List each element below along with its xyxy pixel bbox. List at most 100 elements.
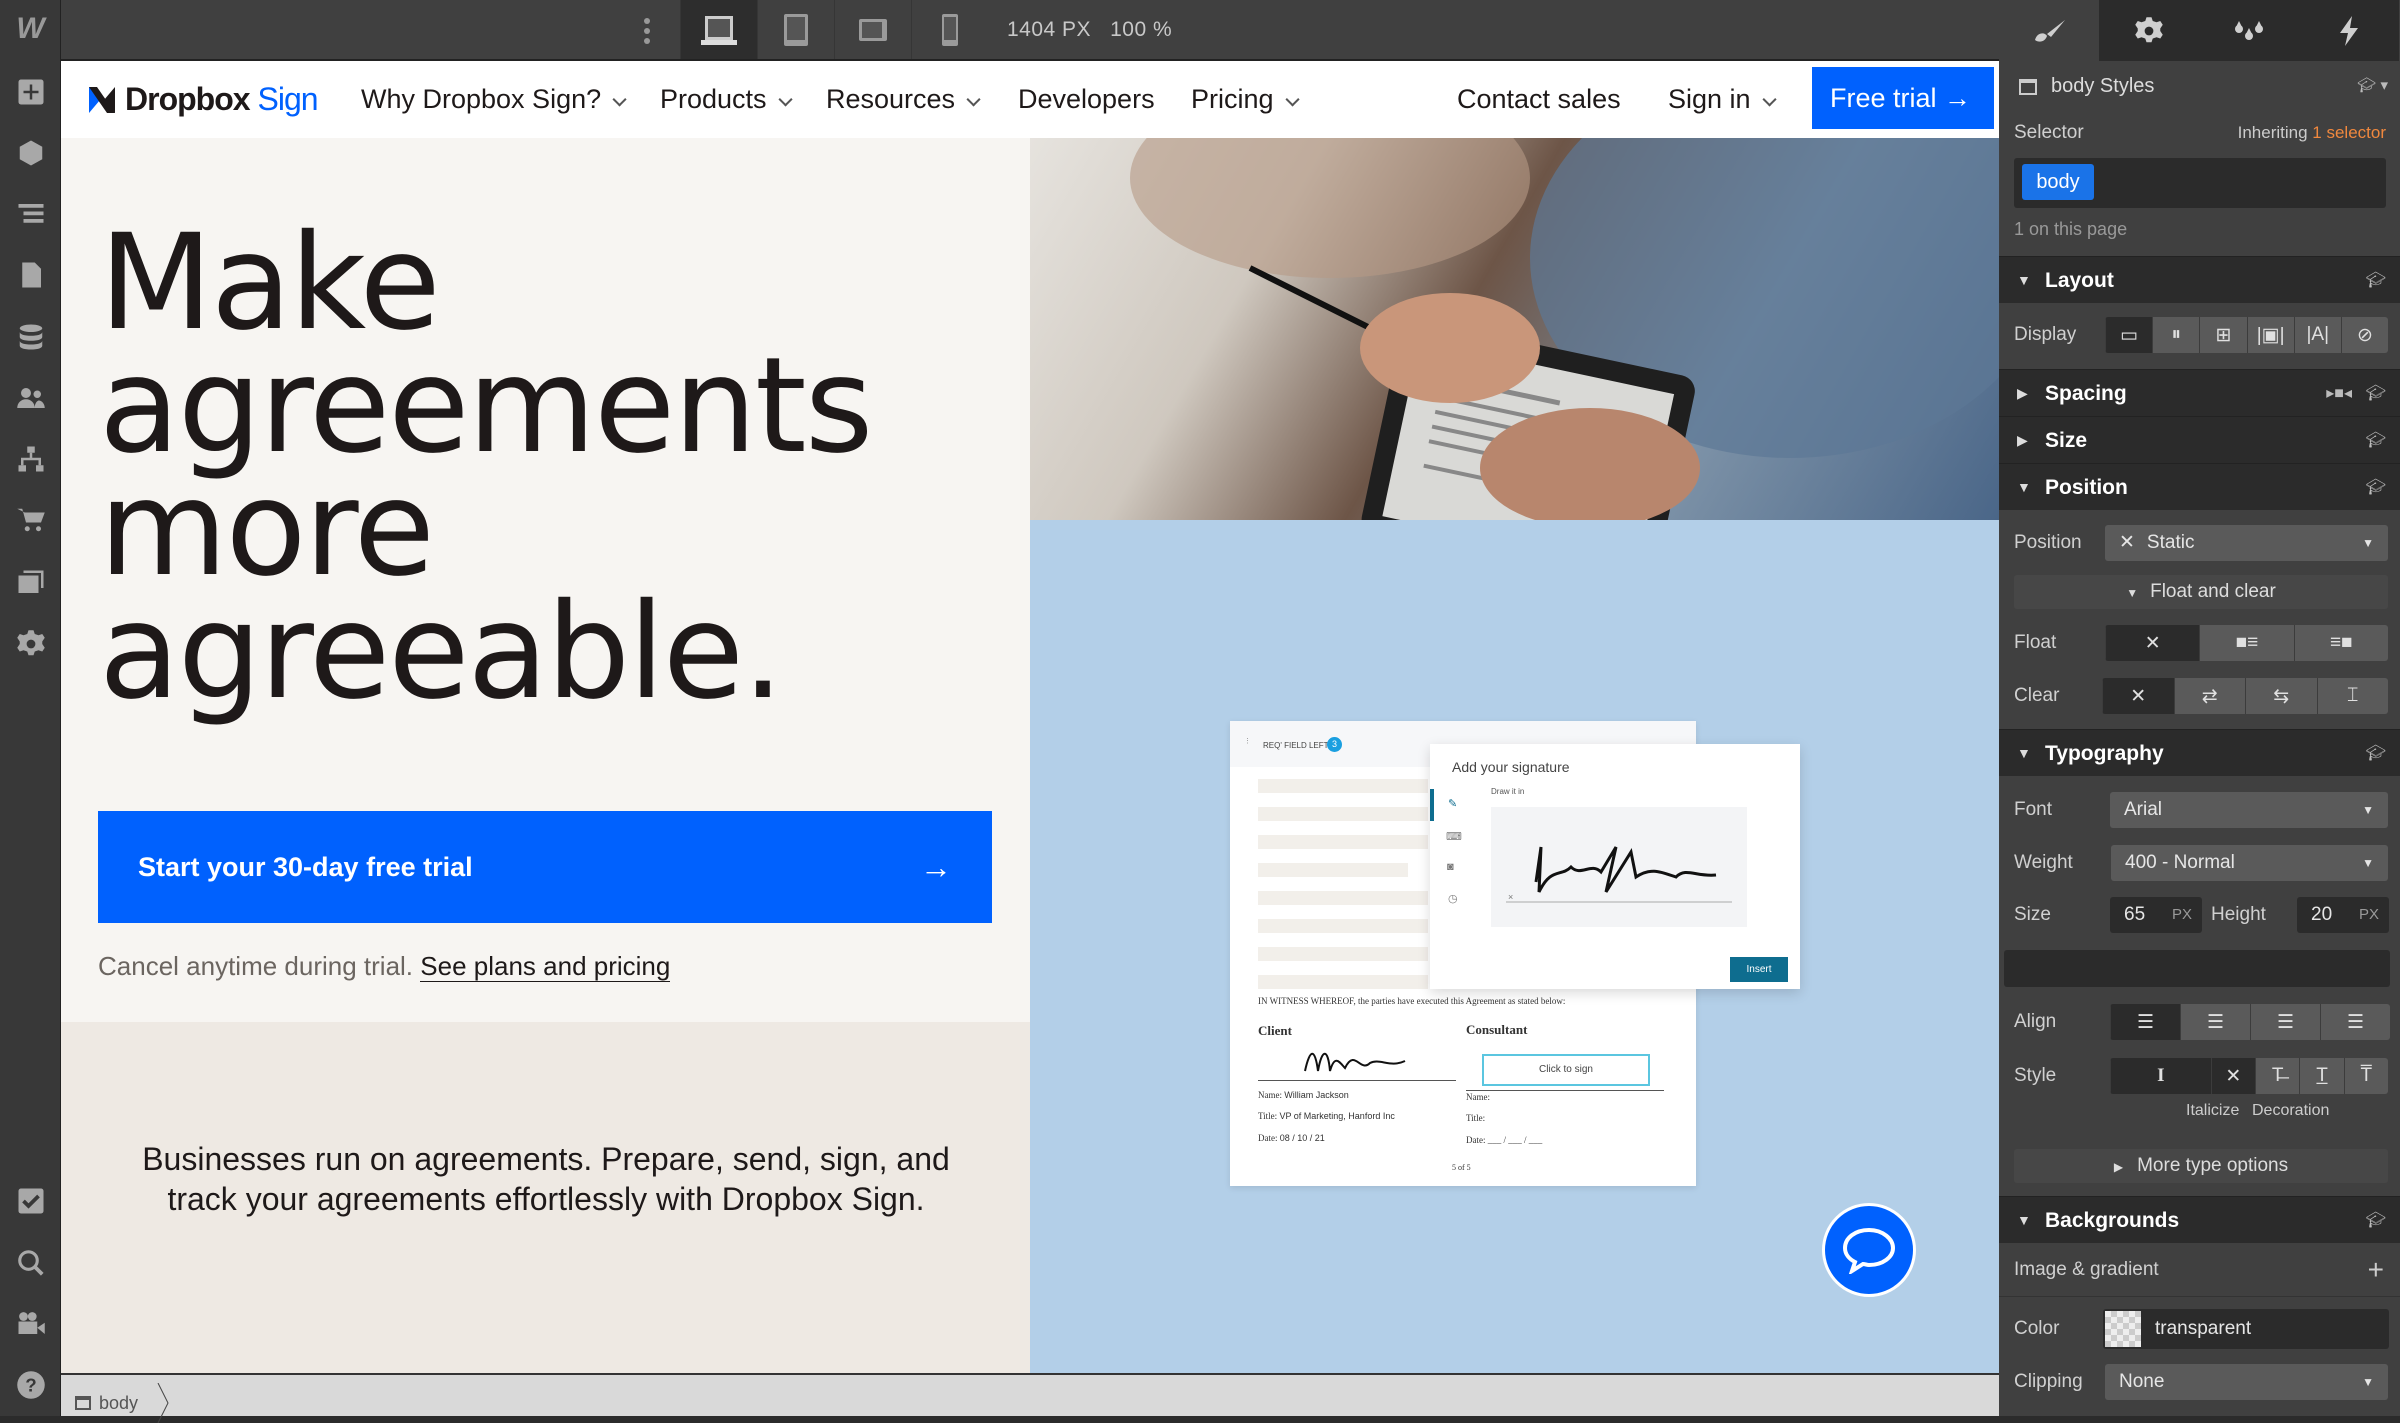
consultant-date: Date: ___ / ___ / ___: [1466, 1135, 1542, 1145]
font-size-input[interactable]: 65 PX: [2110, 897, 2202, 933]
more-options-icon[interactable]: [644, 18, 650, 49]
saved-tab-icon[interactable]: ◷: [1448, 892, 1458, 905]
display-grid-icon[interactable]: ⊞: [2199, 317, 2247, 353]
docs-icon: 🎓︎: [2365, 432, 2386, 449]
see-plans-link[interactable]: See plans and pricing: [420, 951, 671, 982]
components-icon[interactable]: [0, 124, 61, 182]
display-block-icon[interactable]: ▭: [2105, 317, 2153, 353]
section-typography[interactable]: ▼ Typography 🎓︎: [1999, 729, 2400, 776]
breadcrumb-body[interactable]: body: [75, 1383, 170, 1423]
hero-headline: Make agreements more agreeable.: [99, 206, 873, 718]
unit-label[interactable]: PX: [2359, 897, 2379, 933]
assets-icon[interactable]: [0, 554, 61, 612]
float-none-icon[interactable]: ✕: [2105, 625, 2200, 661]
mobile-landscape-breakpoint-icon[interactable]: [834, 0, 911, 59]
nav-contact-sales[interactable]: Contact sales: [1457, 61, 1621, 138]
selector-input[interactable]: body: [2014, 158, 2386, 208]
insert-button[interactable]: Insert: [1730, 957, 1788, 982]
upload-tab-icon[interactable]: ◙: [1447, 861, 1454, 873]
align-justify-icon[interactable]: ☰: [2320, 1004, 2390, 1040]
cms-icon[interactable]: [0, 308, 61, 366]
ecommerce-cart-icon[interactable]: [0, 491, 61, 549]
page-number: 5 of 5: [1452, 1163, 1471, 1172]
tablet-breakpoint-icon[interactable]: [757, 0, 834, 59]
strikethrough-icon[interactable]: T̶: [2255, 1058, 2300, 1094]
align-right-icon[interactable]: ☰: [2250, 1004, 2320, 1040]
docs-dropdown-icon[interactable]: 🎓︎ ▾: [2357, 76, 2388, 94]
align-left-icon[interactable]: ☰: [2110, 1004, 2180, 1040]
section-position[interactable]: ▼ Position 🎓︎: [1999, 463, 2400, 510]
decoration-none-icon[interactable]: ✕: [2210, 1058, 2255, 1094]
clear-both-icon[interactable]: ⌶: [2316, 678, 2388, 714]
free-trial-button[interactable]: Free trial →: [1812, 67, 1994, 129]
section-backgrounds[interactable]: ▼ Backgrounds 🎓︎: [1999, 1196, 2400, 1243]
clipping-select[interactable]: None ▼: [2105, 1364, 2388, 1400]
nav-products[interactable]: Products: [660, 61, 793, 138]
mobile-portrait-breakpoint-icon[interactable]: [911, 0, 988, 59]
chat-button[interactable]: [1822, 1203, 1916, 1297]
weight-select[interactable]: 400 - Normal ▼: [2111, 845, 2388, 881]
type-tab-icon[interactable]: ⌨: [1446, 830, 1462, 843]
start-free-trial-button[interactable]: Start your 30-day free trial →: [98, 811, 992, 923]
nav-sign-in[interactable]: Sign in: [1668, 61, 1777, 138]
clear-none-icon[interactable]: ✕: [2102, 678, 2174, 714]
float-clear-toggle[interactable]: ▼ Float and clear: [2014, 575, 2388, 609]
add-background-plus-icon[interactable]: +: [2368, 1252, 2384, 1288]
clear-right-icon[interactable]: ⇆: [2245, 678, 2317, 714]
users-icon[interactable]: [0, 369, 61, 427]
dropbox-sign-logo[interactable]: Dropbox Sign: [87, 61, 319, 138]
italicize-icon[interactable]: I: [2110, 1058, 2211, 1094]
navigator-icon[interactable]: [0, 185, 61, 243]
draw-tab-icon[interactable]: ✎: [1448, 797, 1457, 810]
background-color-input[interactable]: transparent: [2103, 1309, 2389, 1349]
style-manager-tab[interactable]: [2199, 0, 2299, 61]
display-flex-icon[interactable]: ⏸: [2152, 317, 2200, 353]
video-tutorials-icon[interactable]: [0, 1295, 61, 1353]
desktop-breakpoint-icon[interactable]: [680, 0, 757, 59]
click-to-sign-field[interactable]: Click to sign: [1482, 1054, 1650, 1086]
unit-label[interactable]: PX: [2172, 897, 2192, 933]
panel-title: body Styles: [2051, 75, 2155, 97]
font-select[interactable]: Arial ▼: [2110, 792, 2388, 828]
overline-icon[interactable]: T̅: [2343, 1058, 2388, 1094]
section-size[interactable]: ▶ Size 🎓︎: [1999, 416, 2400, 463]
hero-section: Make agreements more agreeable. Start yo…: [61, 138, 1030, 1022]
display-inline-block-icon[interactable]: |▣|: [2246, 317, 2294, 353]
settings-gear-icon[interactable]: [0, 615, 61, 673]
pages-icon[interactable]: [0, 246, 61, 304]
selector-chip[interactable]: body: [2022, 164, 2094, 200]
underline-icon[interactable]: T̲: [2299, 1058, 2344, 1094]
add-panel-icon[interactable]: [0, 63, 61, 121]
more-type-options-toggle[interactable]: ▶ More type options: [2014, 1149, 2388, 1183]
nav-label: Resources: [826, 84, 956, 114]
line-height-input[interactable]: 20 PX: [2297, 897, 2389, 933]
float-left-icon[interactable]: ■≡: [2199, 625, 2294, 661]
nav-developers[interactable]: Developers: [1018, 61, 1155, 138]
clear-left-icon[interactable]: ⇄: [2173, 678, 2245, 714]
transparent-swatch[interactable]: [2105, 1311, 2141, 1347]
webflow-logo[interactable]: W: [0, 0, 61, 58]
position-select[interactable]: ✕ Static ▼: [2105, 525, 2388, 561]
nav-pricing[interactable]: Pricing: [1191, 61, 1300, 138]
section-spacing[interactable]: ▶ Spacing ▸■◂ 🎓︎: [1999, 369, 2400, 416]
display-none-icon[interactable]: ⊘: [2340, 317, 2388, 353]
logic-icon[interactable]: [0, 430, 61, 488]
search-icon[interactable]: [0, 1234, 61, 1292]
align-center-icon[interactable]: ☰: [2180, 1004, 2250, 1040]
section-layout[interactable]: ▼ Layout 🎓︎: [1999, 256, 2400, 303]
nav-why-dropbox-sign[interactable]: Why Dropbox Sign?: [361, 61, 627, 138]
style-tab[interactable]: [1999, 0, 2099, 61]
headline-line: Make: [99, 206, 441, 360]
inheriting-link[interactable]: 1 selector: [2312, 123, 2386, 142]
nav-resources[interactable]: Resources: [826, 61, 981, 138]
chevron-down-icon: ▼: [2362, 856, 2374, 870]
audit-checkbox-icon[interactable]: [0, 1172, 61, 1230]
settings-tab[interactable]: [2099, 0, 2199, 61]
interactions-tab[interactable]: [2299, 0, 2399, 61]
float-right-icon[interactable]: ≡■: [2293, 625, 2388, 661]
font-color-field[interactable]: [2004, 950, 2390, 987]
display-inline-icon[interactable]: |A|: [2293, 317, 2341, 353]
signature-pad[interactable]: ×: [1491, 807, 1747, 927]
weight-label: Weight: [2014, 852, 2073, 873]
help-icon[interactable]: ?: [0, 1356, 61, 1414]
